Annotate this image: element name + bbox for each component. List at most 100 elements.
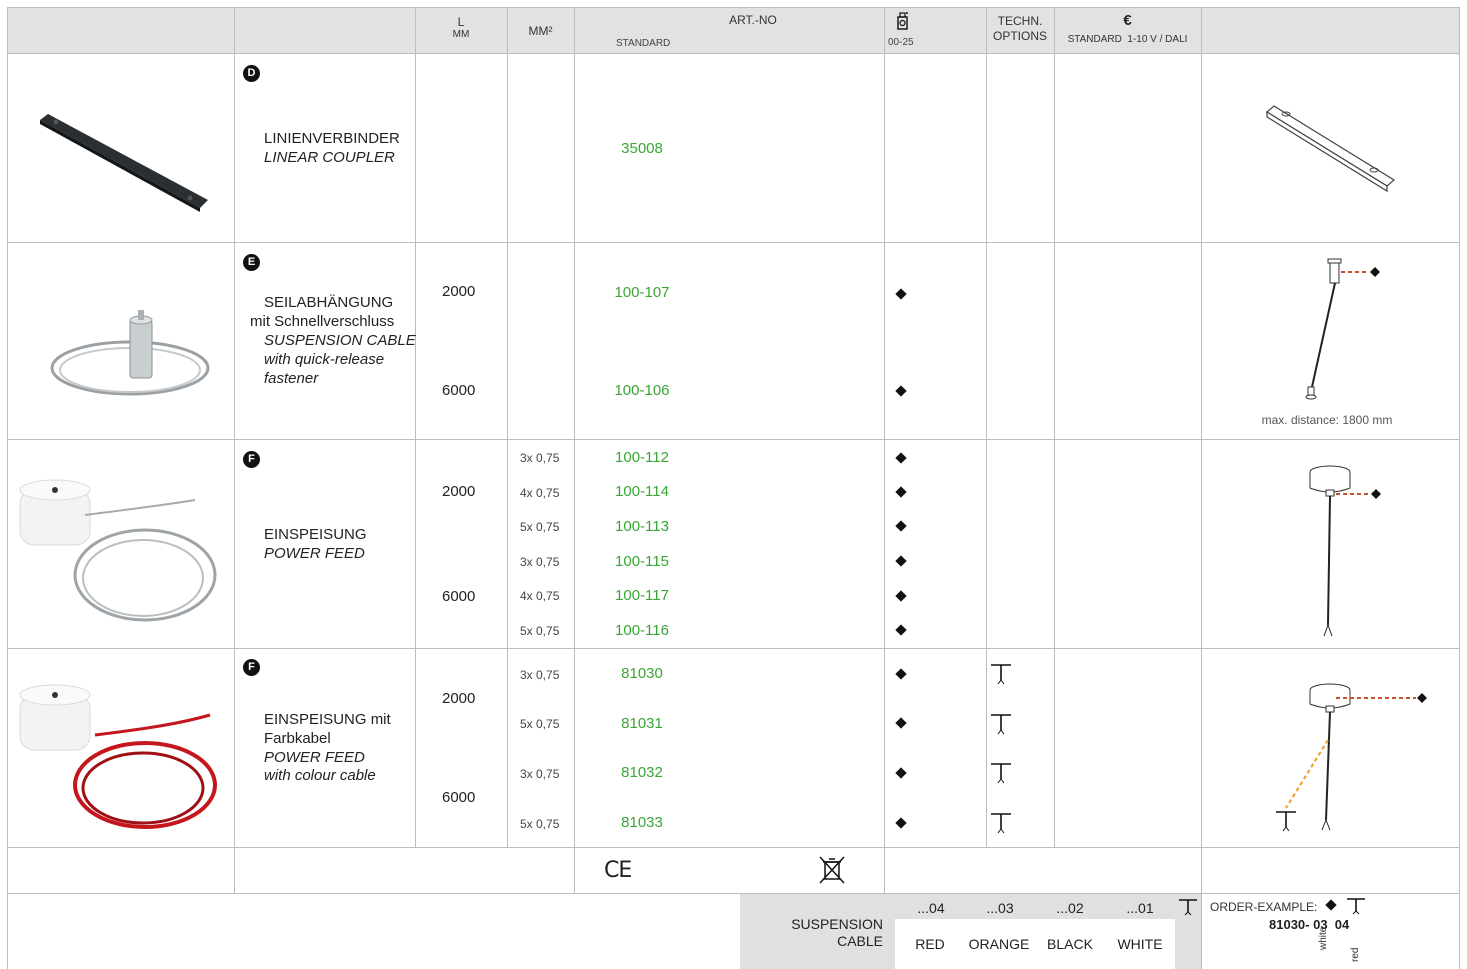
cable-option-icon [991, 763, 1011, 784]
feed-colour-name-de-1: EINSPEISUNG mit [264, 711, 391, 728]
availability-diamond [895, 486, 907, 498]
colour-bucket-icon [897, 12, 908, 30]
order-diamond [1325, 899, 1337, 911]
order-note-white: white [1318, 926, 1329, 950]
availability-diamond [895, 385, 907, 397]
art-number: 100-107 [614, 284, 670, 301]
art-number: 100-116 [615, 622, 669, 639]
grid-line [234, 7, 235, 893]
grid-line [1054, 7, 1055, 848]
drawing-coupler [1265, 105, 1396, 193]
badge-f: F [243, 451, 260, 468]
cable-name-en-3: fastener [264, 370, 319, 387]
colour-name: ORANGE [968, 936, 1030, 952]
grid-line [1459, 7, 1460, 969]
cable-option-icon [1179, 899, 1197, 916]
mm2-value: 3x 0,75 [520, 555, 560, 569]
feed-name-en: POWER FEED [264, 545, 365, 562]
product-photo-coupler [40, 114, 208, 212]
availability-diamond [895, 452, 907, 464]
drawing-power-feed-colour [1276, 683, 1427, 832]
mm2-value: 5x 0,75 [520, 624, 560, 638]
art-number: 100-106 [614, 382, 670, 399]
coupler-name-de: LINIENVERBINDER [264, 130, 400, 147]
mm2-value: 5x 0,75 [520, 520, 560, 534]
mm2-value: 3x 0,75 [520, 451, 560, 465]
grid-line [7, 893, 1460, 894]
length-value: 6000 [442, 588, 476, 605]
colour-code: ...01 [1126, 900, 1154, 916]
cable-option-icon [991, 714, 1011, 735]
grid-line [7, 648, 1460, 649]
badge-d: D [243, 65, 260, 82]
grid-line [7, 7, 8, 969]
header-length: L MM [415, 15, 507, 40]
ce-mark: CE [604, 858, 632, 883]
cable-name-de-1: SEILABHÄNGUNG [264, 294, 394, 311]
colour-name: WHITE [1117, 936, 1163, 952]
art-number: 100-113 [615, 518, 669, 535]
art-number: 81030 [621, 665, 663, 682]
product-photo-power-feed-colour [19, 684, 217, 829]
colour-name: RED [915, 936, 945, 952]
colour-code: ...04 [917, 900, 945, 916]
art-number: 100-114 [615, 483, 669, 500]
length-value: 6000 [442, 382, 476, 399]
availability-diamond [895, 717, 907, 729]
mm2-value: 4x 0,75 [520, 486, 560, 500]
grid-line [986, 7, 987, 848]
grid-line [7, 439, 1460, 440]
cable-option-icon [991, 813, 1011, 834]
grid-line [7, 53, 1460, 54]
weee-bin-icon [819, 856, 845, 884]
length-value: 2000 [442, 483, 476, 500]
mm2-value: 5x 0,75 [520, 717, 560, 731]
header-techn-line1: TECHN. [997, 14, 1043, 28]
grid-line [7, 7, 1460, 8]
grid-line [507, 7, 508, 848]
drawing-suspension-cable [1305, 258, 1380, 400]
availability-diamond [895, 288, 907, 300]
art-number: 100-117 [615, 587, 669, 604]
footer-suspension-label-2: CABLE [837, 933, 883, 949]
header-colour-range: 00-25 [888, 37, 914, 48]
availability-diamond [895, 624, 907, 636]
header-euro: € [1123, 12, 1132, 29]
drawing-power-feed [1309, 465, 1381, 637]
art-number: 100-115 [615, 553, 669, 570]
art-number: 81033 [621, 814, 663, 831]
feed-colour-name-en-1: POWER FEED [264, 749, 365, 766]
availability-diamond [895, 590, 907, 602]
coupler-name-en: LINEAR COUPLER [264, 149, 395, 166]
header-mm2: MM² [528, 24, 553, 38]
availability-diamond [895, 767, 907, 779]
grid-line [7, 847, 1460, 848]
order-example-code: 81030- 03 04 [1269, 917, 1350, 932]
order-note-red: red [1350, 947, 1361, 962]
availability-diamond [895, 817, 907, 829]
length-value: 2000 [442, 283, 476, 300]
colour-name: BLACK [1047, 936, 1093, 952]
cable-name-en-2: with quick-release [264, 351, 385, 368]
availability-diamond [895, 555, 907, 567]
header-artno: ART.-NO [729, 13, 777, 27]
header-artno-standard: STANDARD [616, 38, 671, 49]
grid-line [7, 242, 1460, 243]
mm2-value: 4x 0,75 [520, 589, 560, 603]
header-techn-options: TECHN. OPTIONS [986, 14, 1054, 44]
grid-line [884, 7, 885, 893]
mm2-value: 5x 0,75 [520, 817, 560, 831]
order-example-label: ORDER-EXAMPLE: [1210, 900, 1318, 914]
art-number: 81031 [621, 715, 663, 732]
colour-code: ...02 [1056, 900, 1084, 916]
length-value: 2000 [442, 690, 476, 707]
art-number: 100-112 [615, 449, 669, 466]
cable-name-en-1: SUSPENSION CABLE [264, 332, 416, 349]
header-length-label: L [457, 15, 465, 29]
colour-code: ...03 [986, 900, 1014, 916]
header-techn-line2: OPTIONS [992, 29, 1047, 43]
cable-option-icon [991, 664, 1011, 685]
badge-f: F [243, 659, 260, 676]
feed-colour-name-de-2: Farbkabel [264, 730, 331, 747]
feed-name-de: EINSPEISUNG [264, 526, 367, 543]
